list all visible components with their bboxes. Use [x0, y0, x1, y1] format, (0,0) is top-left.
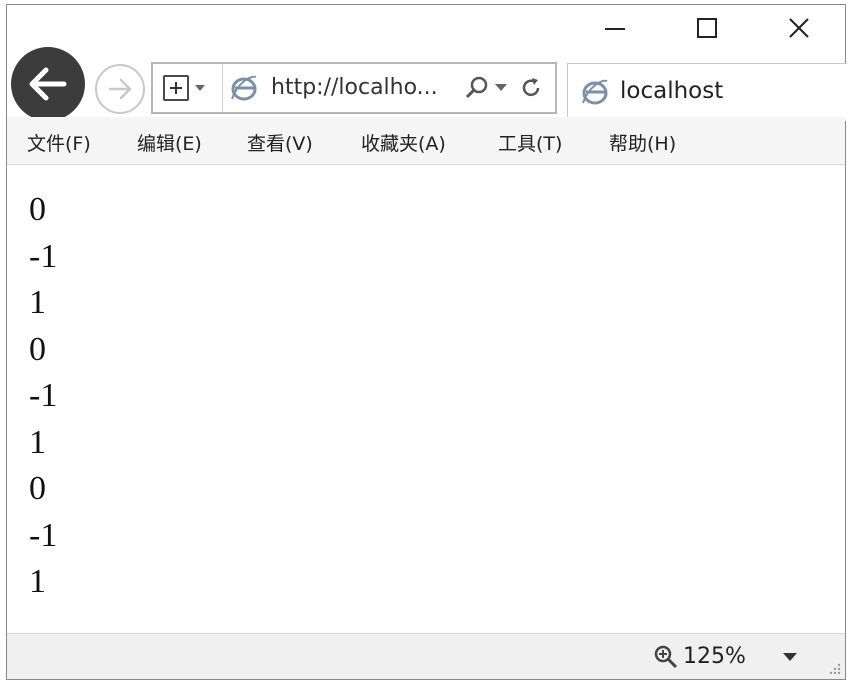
menu-edit[interactable]: 编辑(E): [137, 129, 202, 156]
address-bar[interactable]: http://localho...: [151, 62, 557, 114]
window-caption-buttons: [569, 5, 845, 51]
address-url[interactable]: http://localho...: [271, 75, 461, 100]
compatibility-view-icon: [163, 75, 189, 101]
tab-title: localhost: [620, 78, 724, 104]
caret-down-icon: [195, 85, 205, 91]
output-line: -1: [29, 377, 58, 414]
output-line: -1: [29, 237, 58, 275]
minimize-icon: [605, 28, 625, 30]
menu-view[interactable]: 查看(V): [247, 129, 313, 156]
zoom-level[interactable]: 125%: [683, 644, 746, 669]
refresh-icon[interactable]: [519, 76, 543, 100]
output-line: -1: [29, 516, 58, 554]
zoom-dropdown-icon[interactable]: [783, 653, 797, 661]
browser-window: http://localho... localhost 文件(F) 编辑(E) …: [6, 4, 847, 680]
back-button[interactable]: [11, 47, 85, 121]
page-content: 0 -1 1 0 -1 1 0 -1 1: [29, 187, 57, 606]
forward-button[interactable]: [95, 64, 145, 114]
output-line: 0: [29, 330, 46, 368]
resize-grip-icon[interactable]: [827, 661, 841, 675]
forward-arrow-icon: [108, 78, 132, 100]
zoom-icon[interactable]: [653, 644, 679, 670]
menu-help[interactable]: 帮助(H): [609, 129, 676, 156]
output-line: 1: [29, 563, 46, 600]
close-icon: [789, 18, 809, 38]
tab-ie-logo-icon: [582, 79, 608, 105]
output-line: 0: [29, 191, 46, 228]
browser-tab[interactable]: localhost: [567, 63, 847, 121]
search-icon[interactable]: [465, 76, 489, 100]
compatibility-view-button[interactable]: [153, 64, 223, 112]
output-line: 0: [29, 470, 46, 507]
output-line: 1: [29, 284, 46, 321]
status-bar: 125%: [7, 633, 845, 679]
menu-favorites[interactable]: 收藏夹(A): [361, 129, 446, 156]
minimize-button[interactable]: [569, 5, 661, 51]
menu-bar: 文件(F) 编辑(E) 查看(V) 收藏夹(A) 工具(T) 帮助(H): [7, 117, 845, 165]
maximize-icon: [697, 18, 717, 38]
address-dropdown-icon[interactable]: [495, 84, 507, 91]
menu-file[interactable]: 文件(F): [27, 129, 91, 156]
menu-tools[interactable]: 工具(T): [498, 129, 562, 156]
close-button[interactable]: [753, 5, 845, 51]
output-line: 1: [29, 423, 46, 461]
maximize-button[interactable]: [661, 5, 753, 51]
ie-logo-icon: [231, 75, 257, 101]
back-arrow-icon: [29, 67, 67, 101]
